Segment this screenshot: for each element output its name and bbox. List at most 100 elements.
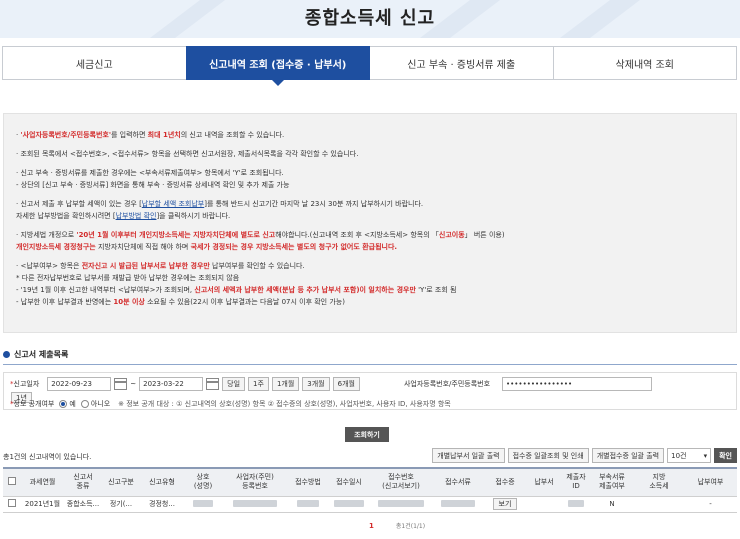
cell-kind: 종합소득...: [64, 496, 102, 513]
disclosure-label: 정보 공개여부: [13, 400, 55, 408]
search-panel: * 신고일자 2022-09-23 ~ 2023-03-22 당일 1주 1개월…: [3, 372, 737, 410]
tab-label: 삭제내역 조회: [615, 59, 674, 71]
cell-bill: [526, 496, 562, 513]
quick-today-button[interactable]: 당일: [222, 377, 246, 391]
cell-division: 정기(...: [102, 496, 140, 513]
info-line: - '19년 1월 이후 신고한 내역부터 <납부여부>가 조회되며, 신고서의…: [16, 286, 457, 294]
col-docs: 접수서류: [432, 467, 484, 497]
id-input[interactable]: ••••••••••••••••: [502, 377, 653, 391]
batch-output-receipt-button[interactable]: 개별접수증 일괄 출력: [591, 448, 665, 463]
col-kind: 신고서 종류: [64, 467, 102, 497]
tab-label: 신고 부속 · 증빙서류 제출: [407, 59, 516, 71]
info-line: · 신고 부속 · 증빙서류를 제출한 경우에는 <부속서류제출여부> 항목에서…: [16, 169, 284, 177]
print-tax-bill-button[interactable]: 개별납부서 일괄 출력: [432, 448, 505, 463]
confirm-button[interactable]: 확인: [714, 448, 737, 463]
id-label: 사업자등록번호/주민등록번호: [403, 380, 491, 388]
col-division: 신고구분: [102, 467, 140, 497]
disclosure-yes-radio[interactable]: [59, 400, 68, 408]
calendar-icon[interactable]: [114, 378, 128, 390]
chevron-down-icon: ▾: [703, 451, 708, 460]
search-row-disclosure: * 정보 공개여부 예 아니오 ※ 정보 공개 대상 : ① 신고내역의 상호(…: [10, 400, 451, 408]
col-submitter: 제출자 ID: [562, 467, 590, 497]
cell-paid: -: [684, 496, 737, 513]
date-to-input[interactable]: 2023-03-22: [139, 377, 204, 391]
redacted-value: [334, 499, 364, 507]
tab-tax-filing[interactable]: 세금신고: [2, 46, 187, 80]
info-line: - 상단의 [신고 부속 · 증빙서류] 화면을 통해 부속 · 증빙서류 상세…: [16, 181, 290, 189]
page-1-link[interactable]: 1: [369, 522, 374, 530]
tab-attachments[interactable]: 신고 부속 · 증빙서류 제출: [369, 46, 554, 80]
col-period: 과세연월: [21, 467, 64, 497]
cell-reg-no: [222, 496, 288, 513]
page-title: 종합소득세 신고: [304, 8, 436, 29]
col-bill: 납부서: [526, 467, 562, 497]
redacted-value: [441, 499, 475, 507]
col-paid: 납부여부: [684, 467, 737, 497]
info-line: 자세한 납부방법을 확인하시려면 [납부방법 확인]을 클릭하시기 바랍니다.: [16, 212, 231, 220]
cell-submitter: [562, 496, 590, 513]
col-type: 신고유형: [140, 467, 184, 497]
quick-1week-button[interactable]: 1주: [248, 377, 269, 391]
disclosure-note: ※ 정보 공개 대상 : ① 신고내역의 상호(성명) 항목 ② 접수증의 상호…: [118, 400, 451, 408]
col-name: 상호 (성명): [184, 467, 222, 497]
quick-1month-button[interactable]: 1개월: [271, 377, 300, 391]
section-title: 신고서 제출목록: [3, 349, 68, 360]
col-local-tax: 지방 소득세: [634, 467, 684, 497]
redacted-value: [233, 499, 277, 507]
tab-filing-history[interactable]: 신고내역 조회 (접수증 · 납부서): [185, 46, 370, 86]
cell-receipt: 보기: [484, 496, 526, 513]
col-attach: 부속서류 제출여부: [590, 467, 634, 497]
cell-local-tax: [634, 496, 684, 513]
page-header: 종합소득세 신고: [0, 0, 740, 38]
row-checkbox-cell[interactable]: [3, 496, 21, 513]
page-size-select[interactable]: 10건 ▾: [667, 448, 712, 463]
info-line: · <납부여부> 항목은 전자신고 시 발급된 납부서로 납부한 경우만 납부여…: [16, 262, 305, 270]
info-line: 개인지방소득세 경정청구는 지방자치단체에 직접 해야 하며 국세가 경정되는 …: [16, 243, 398, 251]
lookup-button[interactable]: 조회하기: [345, 427, 389, 442]
info-line: · 신고서 제출 후 납부할 세액이 있는 경우 [납부할 세액 조회납부]를 …: [16, 200, 424, 208]
tax-payment-link[interactable]: 납부할 세액 조회납부: [142, 200, 204, 208]
checkbox[interactable]: [8, 476, 16, 485]
bullet-icon: [3, 351, 10, 358]
redacted-value: [193, 499, 213, 507]
tab-label: 세금신고: [75, 59, 113, 71]
search-row-period: * 신고일자 2022-09-23 ~ 2023-03-22 당일 1주 1개월…: [10, 377, 653, 391]
cell-method: [288, 496, 328, 513]
checkbox[interactable]: [8, 499, 16, 507]
batch-print-receipt-button[interactable]: 접수증 일괄조회 및 인쇄: [507, 448, 589, 463]
pagination: 1 총1건(1/1): [369, 521, 425, 531]
redacted-value: [568, 499, 584, 507]
period-label: 신고일자: [13, 380, 40, 388]
date-from-input[interactable]: 2022-09-23: [47, 377, 112, 391]
tab-bar: 세금신고 신고내역 조회 (접수증 · 납부서) 신고 부속 · 증빙서류 제출…: [2, 46, 737, 86]
redacted-value: [297, 499, 319, 507]
calendar-icon[interactable]: [206, 378, 220, 390]
quick-6month-button[interactable]: 6개월: [332, 377, 360, 391]
filing-table: 과세연월 신고서 종류 신고구분 신고유형 상호 (성명) 사업자(주민) 등록…: [3, 467, 737, 513]
col-receipt: 접수증: [484, 467, 526, 497]
info-line: - 납부한 이후 납부결과 반영에는 10분 이상 소요될 수 있음(22시 이…: [16, 298, 345, 306]
quick-3month-button[interactable]: 3개월: [302, 377, 330, 391]
info-line: · 지방세법 개정으로 '20년 1월 이후부터 개인지방소득세는 지방자치단체…: [16, 231, 505, 239]
col-receipt-no: 접수번호 (신고서보기): [370, 467, 432, 497]
cell-period: 2021년1월: [21, 496, 64, 513]
info-line: · '사업자등록번호/주민등록번호'를 입력하면 최대 1년치의 신고 내역을 …: [16, 131, 285, 139]
info-box: · '사업자등록번호/주민등록번호'를 입력하면 최대 1년치의 신고 내역을 …: [3, 113, 737, 333]
cell-type: 경정청...: [140, 496, 184, 513]
cell-name: [184, 496, 222, 513]
select-all-checkbox-cell[interactable]: [3, 467, 21, 497]
divider: [3, 364, 737, 365]
tab-label: 신고내역 조회 (접수증 · 납부서): [209, 59, 347, 71]
view-receipt-button[interactable]: 보기: [492, 498, 518, 510]
tab-deleted-history[interactable]: 삭제내역 조회: [552, 46, 737, 80]
disclosure-no-radio[interactable]: [80, 400, 89, 408]
col-datetime: 접수일시: [328, 467, 370, 497]
cell-docs[interactable]: [432, 496, 484, 513]
cell-attach: N: [590, 496, 634, 513]
active-tab-arrow: [270, 79, 285, 86]
payment-method-link[interactable]: 납부방법 확인: [116, 212, 157, 220]
info-line: * 다른 전자납부번호로 납부서를 재발급 받아 납부한 경우에는 조회되지 않…: [16, 274, 240, 282]
cell-receipt-no[interactable]: [370, 496, 432, 513]
col-reg-no: 사업자(주민) 등록번호: [222, 467, 288, 497]
cell-datetime: [328, 496, 370, 513]
